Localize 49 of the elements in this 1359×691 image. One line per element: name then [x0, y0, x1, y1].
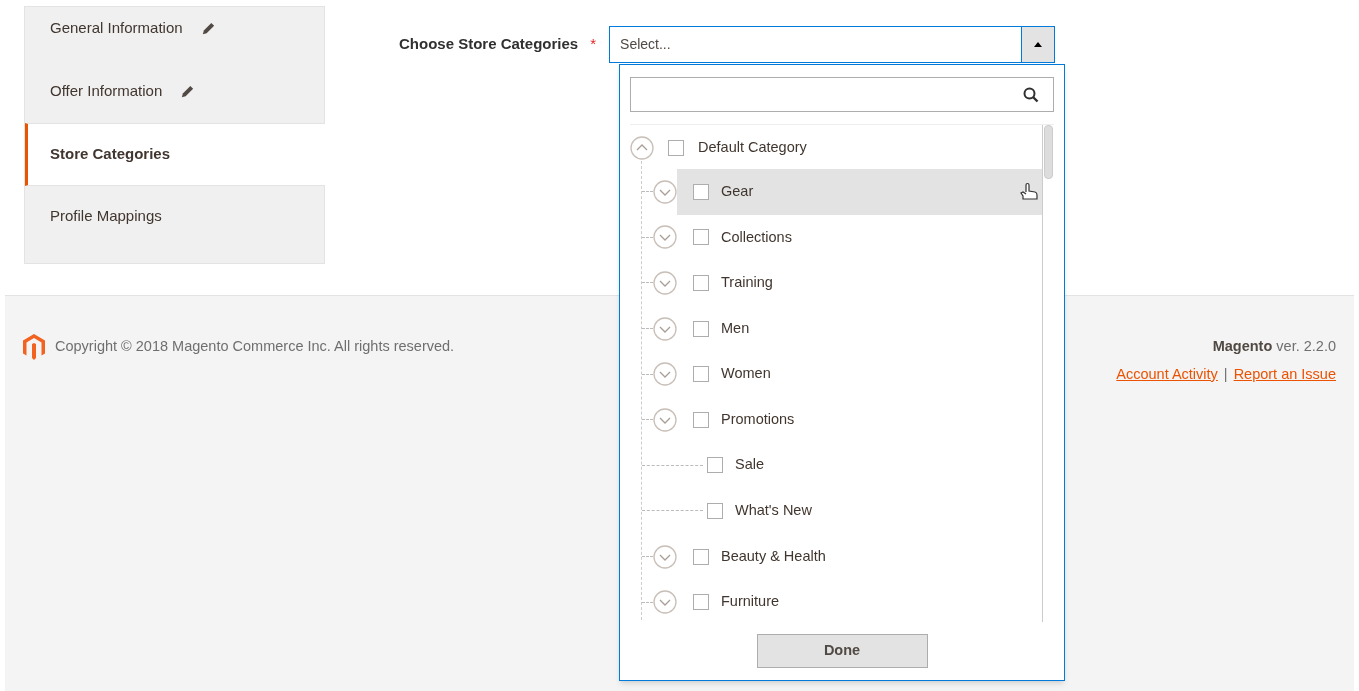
- tree-row[interactable]: Collections: [677, 214, 1042, 261]
- expand-toggle-icon[interactable]: [653, 271, 677, 295]
- expand-toggle-icon[interactable]: [653, 362, 677, 387]
- checkbox[interactable]: [693, 229, 709, 246]
- checkbox[interactable]: [668, 140, 684, 156]
- expand-toggle-icon[interactable]: [653, 407, 677, 432]
- link-separator: |: [1223, 364, 1228, 384]
- expand-toggle-icon[interactable]: [653, 544, 677, 569]
- checkbox[interactable]: [707, 502, 723, 519]
- required-asterisk: *: [590, 34, 597, 55]
- tree-row[interactable]: Beauty & Health: [677, 533, 1042, 580]
- checkbox[interactable]: [693, 548, 709, 565]
- tree-row[interactable]: Promotions: [677, 396, 1042, 443]
- select-field[interactable]: Select...: [609, 26, 1056, 63]
- expand-toggle-icon[interactable]: [653, 179, 677, 204]
- search-field[interactable]: [630, 77, 1054, 112]
- checkbox[interactable]: [693, 594, 709, 611]
- checkbox[interactable]: [707, 457, 723, 474]
- category-label[interactable]: Default Category: [698, 137, 807, 159]
- tree-row[interactable]: Women: [677, 351, 1042, 397]
- checkbox[interactable]: [693, 275, 709, 291]
- checkbox[interactable]: [693, 411, 709, 428]
- tree-row[interactable]: Sale: [703, 442, 1042, 489]
- highlighted-row[interactable]: Gear: [677, 169, 1042, 215]
- sidebar-tab[interactable]: Store Categories: [25, 123, 325, 186]
- expand-toggle-icon[interactable]: [653, 225, 677, 250]
- tree-row[interactable]: What's New: [703, 488, 1042, 534]
- checkbox[interactable]: [693, 320, 709, 337]
- sidebar-tab[interactable]: General Information: [25, 7, 324, 60]
- hand-cursor-icon: [1020, 181, 1038, 202]
- collapse-toggle-icon[interactable]: [630, 136, 654, 160]
- search-icon: [1023, 86, 1039, 103]
- version-text: Magento ver. 2.2.0: [1212, 337, 1336, 356]
- done-button[interactable]: Done: [756, 634, 928, 668]
- tree-row[interactable]: Training: [677, 260, 1042, 306]
- tree-row[interactable]: Men: [677, 305, 1042, 352]
- expand-toggle-icon[interactable]: [653, 590, 677, 615]
- tree-row[interactable]: Furniture: [677, 579, 1042, 622]
- sidebar-tab[interactable]: Profile Mappings: [25, 186, 324, 263]
- logo-icon: [23, 334, 45, 360]
- pencil-icon: [180, 84, 196, 99]
- pencil-icon: [200, 21, 216, 36]
- checkbox[interactable]: [693, 183, 709, 200]
- checkbox[interactable]: [693, 366, 709, 383]
- field-label: Choose Store Categories: [399, 34, 579, 55]
- scrollbar-thumb[interactable]: [1044, 125, 1053, 179]
- copyright-text: Copyright © 2018 Magento Commerce Inc. All rights reserved.: [55, 337, 455, 356]
- expand-toggle-icon[interactable]: [653, 316, 677, 341]
- sidebar-tab[interactable]: Offer Information: [25, 60, 324, 123]
